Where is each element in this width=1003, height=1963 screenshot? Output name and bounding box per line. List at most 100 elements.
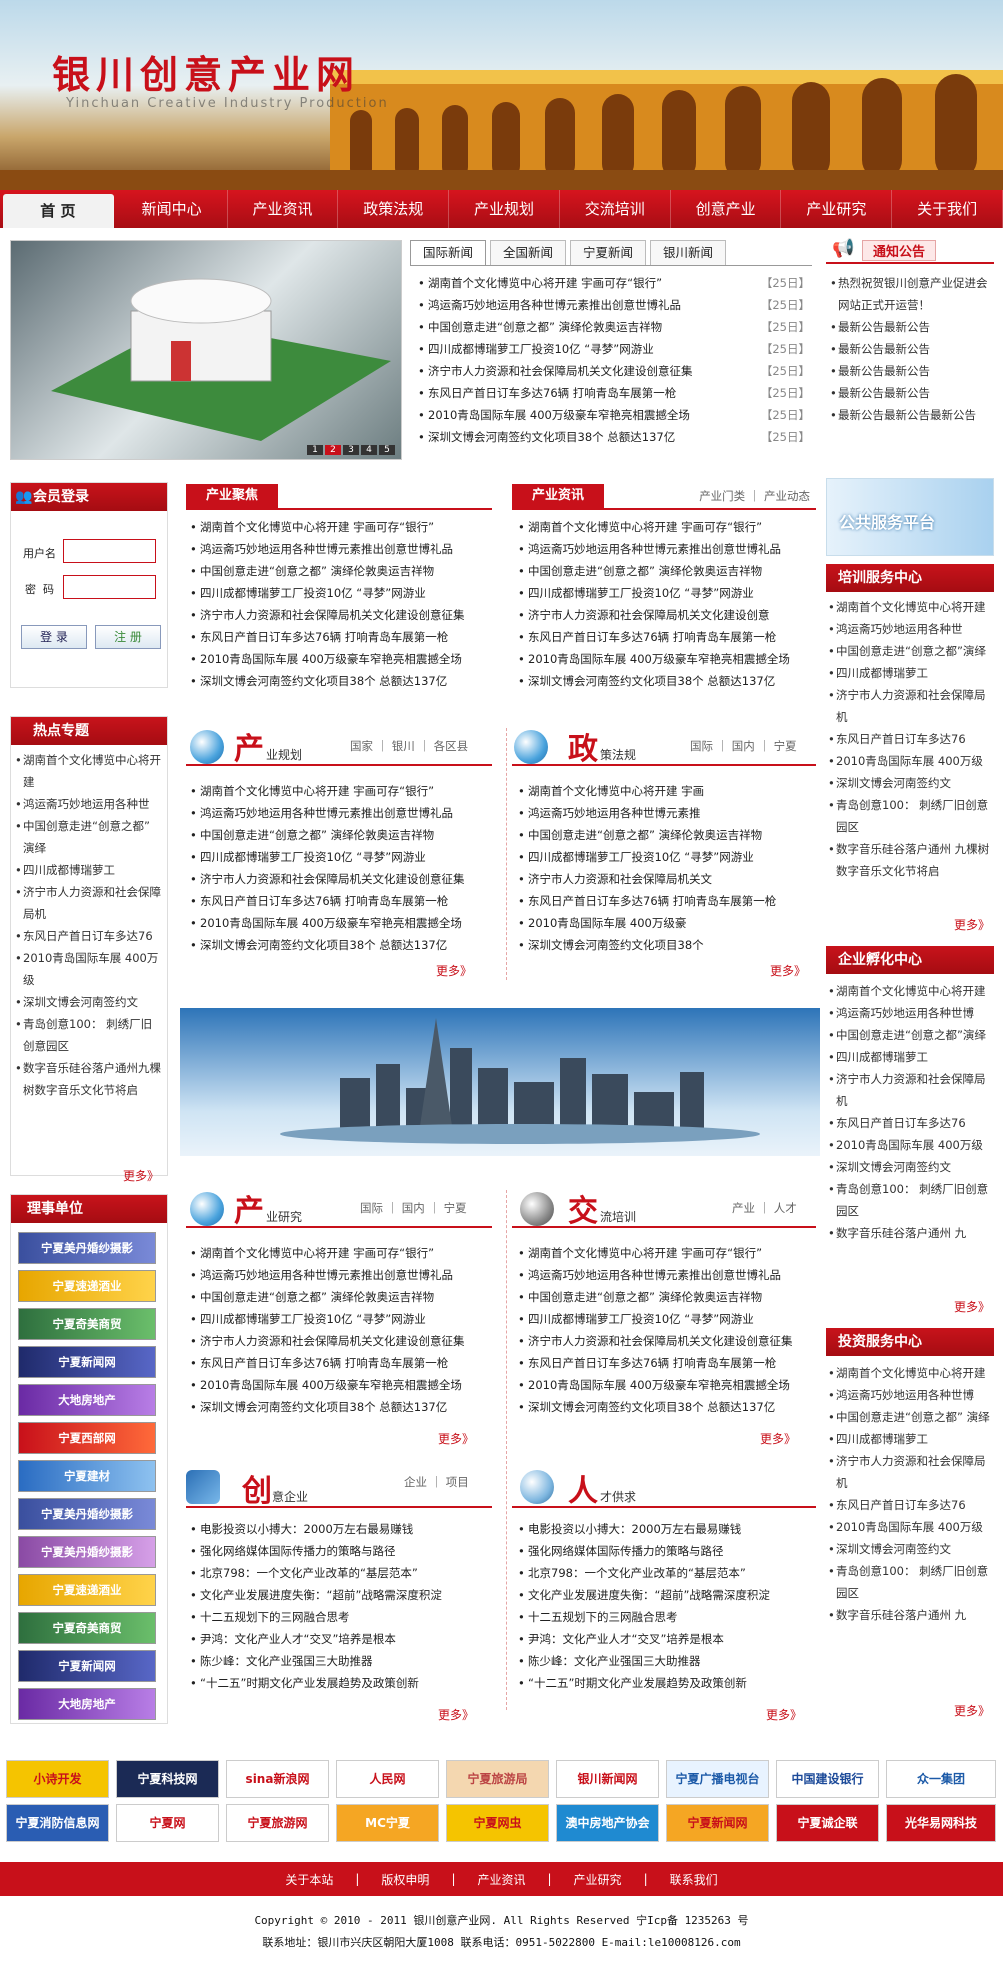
- list-item[interactable]: 热烈祝贺银川创意产业促进会网站正式开运营！: [830, 272, 990, 316]
- list-item[interactable]: 深圳文博会河南签约文化项目38个 总额达137亿: [190, 1396, 490, 1418]
- list-item[interactable]: 2010青岛国际车展 400万级豪车窄艳亮相震撼全场: [518, 648, 814, 670]
- sponsor-banner[interactable]: 宁夏美丹婚纱摄影: [18, 1536, 156, 1568]
- friend-link-logo[interactable]: 众一集团: [886, 1760, 996, 1798]
- hot-topics-more-link[interactable]: 更多》: [123, 1167, 159, 1184]
- list-item[interactable]: 湖南首个文化博览中心将开建: [15, 749, 163, 793]
- list-item[interactable]: 湖南首个文化博览中心将开建 宇画可存“银行”【25日】: [418, 272, 810, 294]
- list-item[interactable]: 2010青岛国际车展 400万级豪车窄艳亮相震撼全场: [518, 1374, 814, 1396]
- friend-link-logo[interactable]: 宁夏旅游局: [446, 1760, 549, 1798]
- friend-link-logo[interactable]: 银川新闻网: [556, 1760, 659, 1798]
- list-item[interactable]: 强化网络媒体国际传播力的策略与路径: [518, 1540, 814, 1562]
- list-item[interactable]: 东风日产首日订车多达76: [828, 1112, 992, 1134]
- list-item[interactable]: 济宁市人力资源和社会保障局机: [828, 1068, 992, 1112]
- list-item[interactable]: 东风日产首日订车多达76: [828, 728, 992, 750]
- friend-link-logo[interactable]: 光华易网科技: [886, 1804, 996, 1842]
- list-item[interactable]: 青岛创意100： 刺绣厂旧创意园区: [828, 1178, 992, 1222]
- sponsor-banner[interactable]: 宁夏美丹婚纱摄影: [18, 1232, 156, 1264]
- list-item[interactable]: 鸿运斋巧妙地运用各种世: [15, 793, 163, 815]
- list-item[interactable]: 2010青岛国际车展 400万级豪车窄艳亮相震撼全场: [190, 912, 490, 934]
- list-item[interactable]: 中国创意走进“创意之都” 演绎伦敦奥运吉祥物: [518, 1286, 814, 1308]
- list-item[interactable]: 鸿运斋巧妙地运用各种世博: [828, 1002, 992, 1024]
- list-item[interactable]: 深圳文博会河南签约文: [828, 772, 992, 794]
- plan-more-link[interactable]: 更多》: [436, 962, 472, 979]
- friend-link-logo[interactable]: 小诗开发: [6, 1760, 109, 1798]
- industry-news-links[interactable]: 产业门类 ｜ 产业动态: [699, 488, 810, 504]
- list-item[interactable]: 深圳文博会河南签约文: [828, 1538, 992, 1560]
- list-item[interactable]: 文化产业发展进度失衡：“超前”战略需深度积淀: [518, 1584, 814, 1606]
- list-item[interactable]: 深圳文博会河南签约文化项目38个 总额达137亿【25日】: [418, 426, 810, 448]
- photo-slider[interactable]: 1 2 3 4 5: [10, 240, 402, 460]
- slider-page-2[interactable]: 2: [325, 445, 341, 455]
- sponsor-banner[interactable]: 宁夏西部网: [18, 1422, 156, 1454]
- sponsor-banner[interactable]: 宁夏建材: [18, 1460, 156, 1492]
- list-item[interactable]: 尹鸿：文化产业人才“交叉”培养是根本: [518, 1628, 814, 1650]
- research-more-link[interactable]: 更多》: [438, 1430, 474, 1447]
- list-item[interactable]: 中国创意走进“创意之都” 演绎伦敦奥运吉祥物: [190, 824, 490, 846]
- list-item[interactable]: 湖南首个文化博览中心将开建: [828, 596, 992, 618]
- list-item[interactable]: 四川成都博瑞萝工厂投资10亿 “寻梦”网游业【25日】: [418, 338, 810, 360]
- sponsor-banner[interactable]: 宁夏速递酒业: [18, 1574, 156, 1606]
- list-item[interactable]: 2010青岛国际车展 400万级豪车窄艳亮相震撼全场: [190, 1374, 490, 1396]
- list-item[interactable]: 济宁市人力资源和社会保障局机关文化建设创意征集: [190, 604, 490, 626]
- friend-link-logo[interactable]: 宁夏新闻网: [666, 1804, 769, 1842]
- list-item[interactable]: 2010青岛国际车展 400万级: [15, 947, 163, 991]
- list-item[interactable]: 湖南首个文化博览中心将开建: [828, 980, 992, 1002]
- list-item[interactable]: “十二五”时期文化产业发展趋势及政策创新: [190, 1672, 490, 1694]
- tab-national-news[interactable]: 全国新闻: [490, 240, 567, 265]
- city-banner[interactable]: [180, 1008, 820, 1156]
- list-item[interactable]: 电影投资以小搏大：2000万左右最易赚钱: [518, 1518, 814, 1540]
- list-item[interactable]: 四川成都博瑞萝工: [828, 662, 992, 684]
- list-item[interactable]: 湖南首个文化博览中心将开建 宇画可存“银行”: [190, 516, 490, 538]
- friend-link-logo[interactable]: 宁夏广播电视台: [666, 1760, 769, 1798]
- public-service-banner[interactable]: 公共服务平台: [826, 478, 994, 556]
- slider-page-3[interactable]: 3: [343, 445, 359, 455]
- list-item[interactable]: 2010青岛国际车展 400万级豪: [518, 912, 814, 934]
- list-item[interactable]: 济宁市人力资源和社会保障局机: [15, 881, 163, 925]
- list-item[interactable]: 深圳文博会河南签约文化项目38个: [518, 934, 814, 956]
- list-item[interactable]: 青岛创意100： 刺绣厂旧创意园区: [828, 794, 992, 838]
- creative-links[interactable]: 企业 ｜ 项目: [404, 1474, 469, 1490]
- nav-news-center[interactable]: 新闻中心: [117, 190, 228, 228]
- exchange-more-link[interactable]: 更多》: [760, 1430, 796, 1447]
- list-item[interactable]: 四川成都博瑞萝工厂投资10亿 “寻梦”网游业: [190, 846, 490, 868]
- friend-link-logo[interactable]: 澳中房地产协会: [556, 1804, 659, 1842]
- list-item[interactable]: 2010青岛国际车展 400万级: [828, 750, 992, 772]
- list-item[interactable]: 湖南首个文化博览中心将开建 宇画可存“银行”: [518, 516, 814, 538]
- list-item[interactable]: 深圳文博会河南签约文: [15, 991, 163, 1013]
- list-item[interactable]: 四川成都博瑞萝工: [828, 1428, 992, 1450]
- list-item[interactable]: 电影投资以小搏大：2000万左右最易赚钱: [190, 1518, 490, 1540]
- list-item[interactable]: 最新公告最新公告: [830, 338, 990, 360]
- friend-link-logo[interactable]: 宁夏科技网: [116, 1760, 219, 1798]
- incubator-more-link[interactable]: 更多》: [954, 1298, 990, 1315]
- list-item[interactable]: “十二五”时期文化产业发展趋势及政策创新: [518, 1672, 814, 1694]
- list-item[interactable]: 鸿运斋巧妙地运用各种世博元素推出创意世博礼品: [518, 1264, 814, 1286]
- list-item[interactable]: 最新公告最新公告: [830, 316, 990, 338]
- list-item[interactable]: 数字音乐硅谷落户通州 九棵树数字音乐文化节将启: [828, 838, 992, 882]
- list-item[interactable]: 深圳文博会河南签约文化项目38个 总额达137亿: [518, 1396, 814, 1418]
- list-item[interactable]: 十二五规划下的三网融合思考: [190, 1606, 490, 1628]
- register-button[interactable]: 注 册: [95, 625, 161, 649]
- list-item[interactable]: 北京798：一个文化产业改革的“基层范本”: [190, 1562, 490, 1584]
- username-input[interactable]: [63, 539, 156, 563]
- list-item[interactable]: 济宁市人力资源和社会保障局机关文化建设创意征集: [190, 868, 490, 890]
- list-item[interactable]: 青岛创意100： 刺绣厂旧创意园区: [15, 1013, 163, 1057]
- list-item[interactable]: 中国创意走进“创意之都” 演绎伦敦奥运吉祥物: [518, 560, 814, 582]
- nav-planning[interactable]: 产业规划: [449, 190, 560, 228]
- list-item[interactable]: 东风日产首日订车多达76辆 打响青岛车展第一枪: [518, 626, 814, 648]
- sponsor-banner[interactable]: 宁夏新闻网: [18, 1346, 156, 1378]
- list-item[interactable]: 湖南首个文化博览中心将开建: [828, 1362, 992, 1384]
- sponsor-banner[interactable]: 宁夏奇美商贸: [18, 1612, 156, 1644]
- list-item[interactable]: 中国创意走进“创意之都” 演绎伦敦奥运吉祥物: [190, 560, 490, 582]
- slider-page-1[interactable]: 1: [307, 445, 323, 455]
- friend-link-logo[interactable]: 人民网: [336, 1760, 439, 1798]
- sponsor-banner[interactable]: 宁夏美丹婚纱摄影: [18, 1498, 156, 1530]
- list-item[interactable]: 强化网络媒体国际传播力的策略与路径: [190, 1540, 490, 1562]
- friend-link-logo[interactable]: 宁夏旅游网: [226, 1804, 329, 1842]
- sponsor-banner[interactable]: 宁夏新闻网: [18, 1650, 156, 1682]
- list-item[interactable]: 鸿运斋巧妙地运用各种世博元素推出创意世博礼品: [190, 1264, 490, 1286]
- tab-ningxia-news[interactable]: 宁夏新闻: [570, 240, 647, 265]
- list-item[interactable]: 鸿运斋巧妙地运用各种世博元素推出创意世博礼品【25日】: [418, 294, 810, 316]
- slider-page-4[interactable]: 4: [361, 445, 377, 455]
- list-item[interactable]: 鸿运斋巧妙地运用各种世博: [828, 1384, 992, 1406]
- list-item[interactable]: 鸿运斋巧妙地运用各种世博元素推: [518, 802, 814, 824]
